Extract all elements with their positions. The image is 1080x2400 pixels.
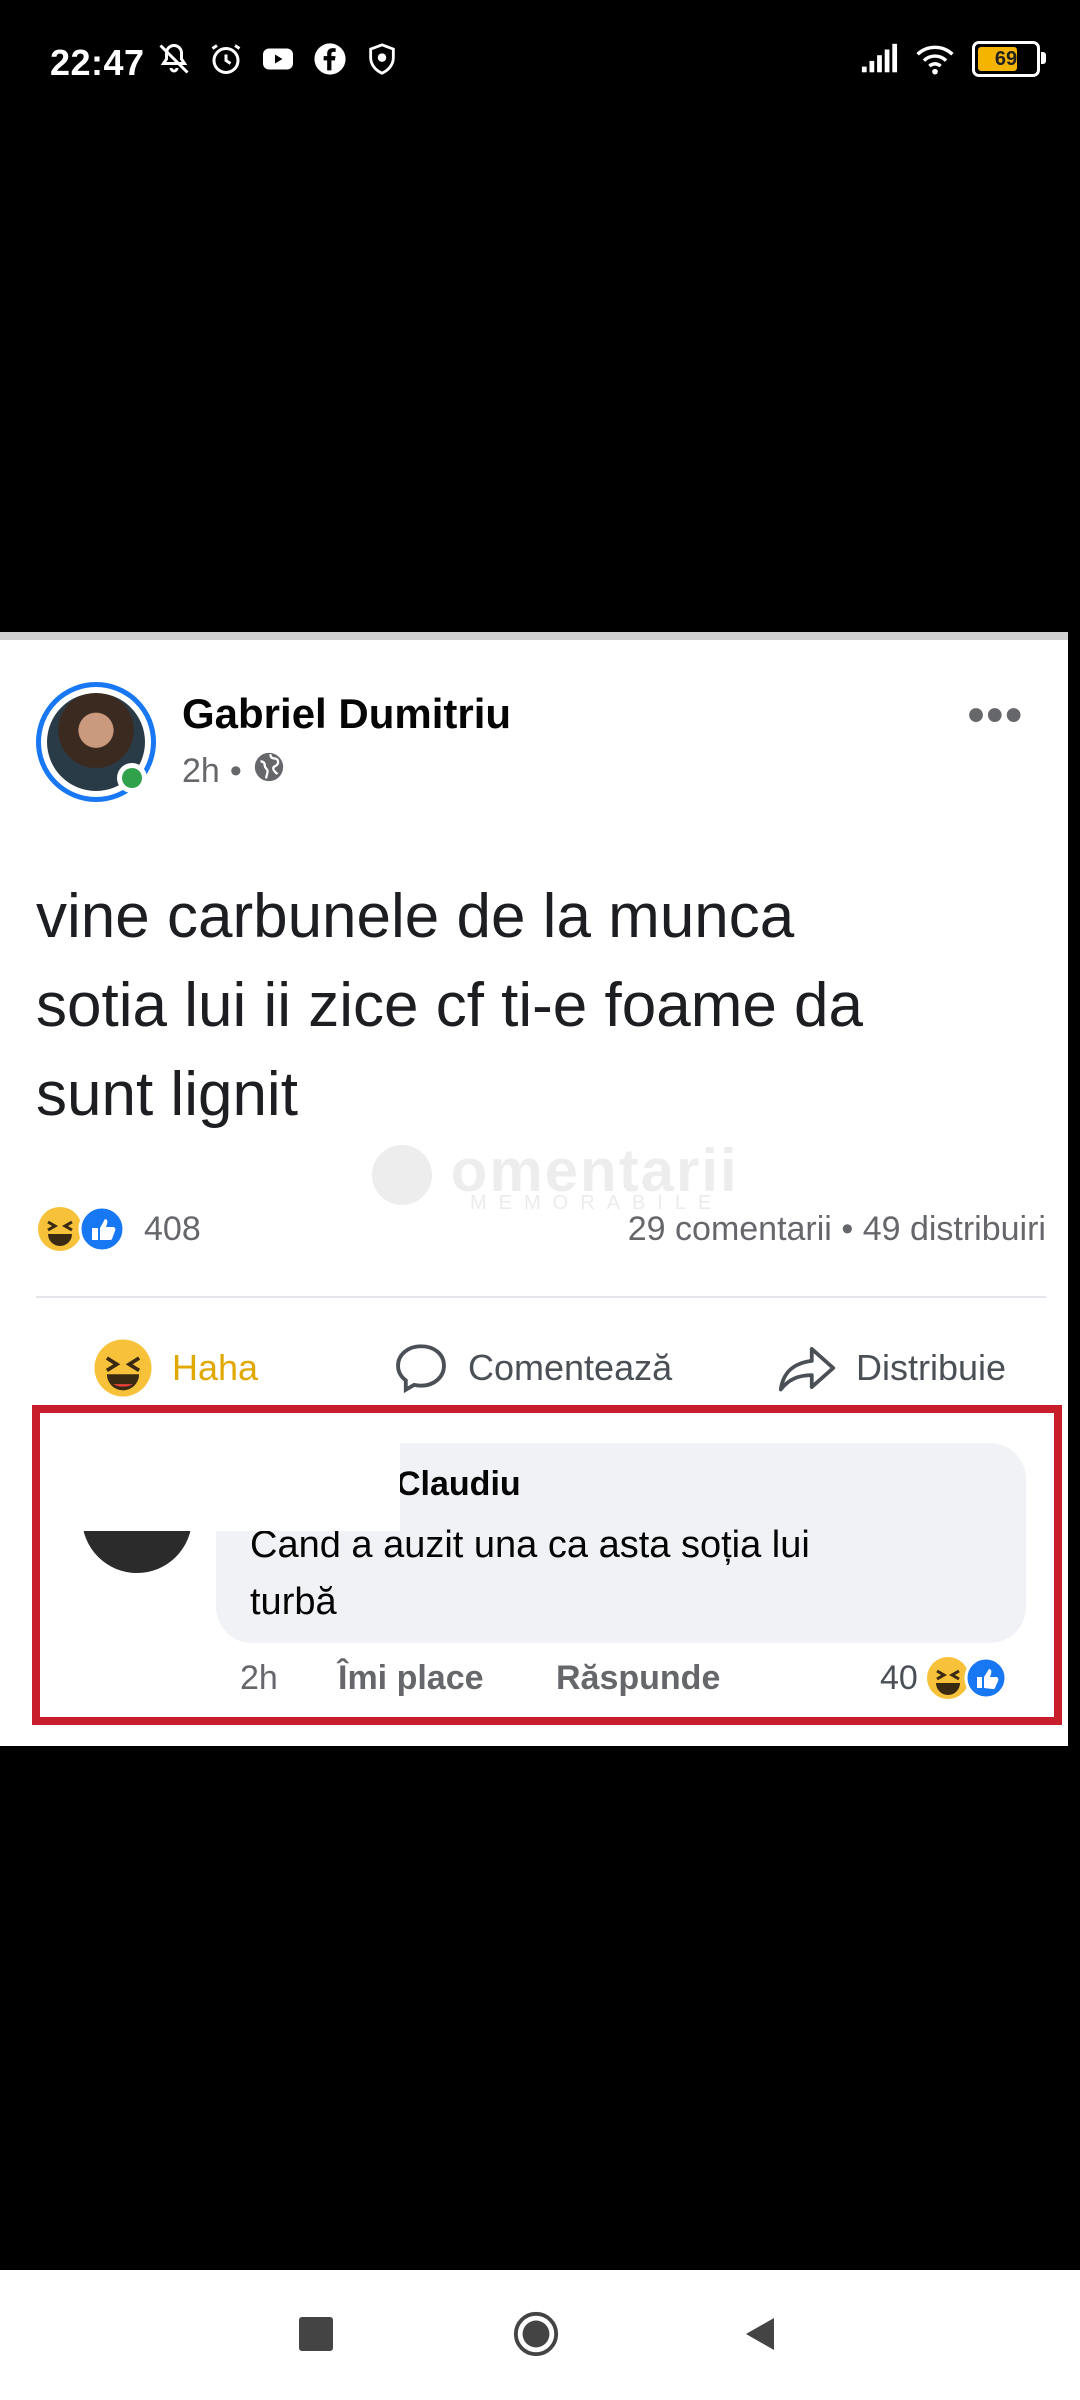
post-meta: 2h • <box>182 750 286 793</box>
share-label: Distribuie <box>856 1347 1007 1388</box>
haha-button[interactable]: Haha <box>92 1320 258 1416</box>
home-icon[interactable] <box>512 2310 560 2358</box>
battery-icon: 69 <box>972 41 1046 77</box>
post-text-line: sunt lignit <box>36 1060 298 1129</box>
haha-icon <box>94 1339 152 1397</box>
share-button[interactable]: Distribuie <box>776 1320 1006 1416</box>
meta-separator: • <box>229 752 242 790</box>
comment-text: Cand a auzit una ca asta soția lui turbă <box>250 1517 990 1631</box>
back-icon[interactable] <box>736 2310 784 2358</box>
reaction-count: 408 <box>144 1210 201 1248</box>
comment-count[interactable]: 29 comentarii <box>628 1210 832 1248</box>
haha-reaction-icon <box>38 1207 82 1251</box>
facebook-icon <box>311 40 349 78</box>
status-left-icons <box>155 40 401 78</box>
comment-author[interactable]: Claudiu <box>396 1465 521 1504</box>
comment-meta: 2h Îmi place Răspunde 40 <box>240 1656 1040 1709</box>
post-author[interactable]: Gabriel Dumitriu <box>182 690 511 738</box>
status-right-icons: 69 <box>860 40 1046 78</box>
comment-reaction-icons[interactable] <box>924 1653 1014 1703</box>
share-count[interactable]: 49 distribuiri <box>863 1210 1046 1248</box>
comment-text-line: turbă <box>250 1581 337 1623</box>
comment-time[interactable]: 2h <box>240 1659 278 1698</box>
like-reaction-icon <box>78 1205 126 1253</box>
reaction-icons <box>36 1204 136 1254</box>
wifi-icon <box>916 40 954 78</box>
highlighted-comment: Claudiu Cand a auzit una ca asta soția l… <box>32 1405 1062 1725</box>
haha-reaction-icon <box>927 1657 969 1699</box>
reactions-summary[interactable]: 408 29 comentarii • 49 distribuiri <box>36 1200 1046 1256</box>
post-stats[interactable]: 29 comentarii • 49 distribuiri <box>628 1210 1046 1249</box>
post-text-line: vine carbunele de la munca <box>36 882 795 951</box>
like-reaction-icon <box>964 1656 1008 1700</box>
redaction-patch <box>54 1427 400 1531</box>
post-actions: Haha Comentează Distribuie <box>0 1320 1068 1416</box>
recent-apps-icon[interactable] <box>292 2310 340 2358</box>
stats-separator: • <box>841 1210 854 1248</box>
share-icon <box>778 1347 836 1392</box>
comment-like-button[interactable]: Îmi place <box>338 1659 484 1698</box>
status-bar: 22:47 69 <box>0 0 1080 130</box>
haha-label: Haha <box>172 1347 259 1388</box>
status-time: 22:47 <box>50 42 145 83</box>
divider <box>36 1296 1046 1298</box>
mute-icon <box>155 40 193 78</box>
comment-label: Comentează <box>468 1347 673 1388</box>
post-time[interactable]: 2h <box>182 752 220 791</box>
vpn-icon <box>363 40 401 78</box>
globe-icon <box>252 750 286 793</box>
online-status-dot <box>117 763 147 793</box>
more-options-icon[interactable]: ••• <box>968 688 1024 743</box>
post-text-line: sotia lui ii zice cf ti-e foame da <box>36 971 864 1040</box>
post-text: vine carbunele de la munca sotia lui ii … <box>36 872 1036 1139</box>
comment-reply-button[interactable]: Răspunde <box>556 1659 720 1698</box>
navigation-bar <box>0 2270 1080 2400</box>
comment-icon <box>396 1344 446 1394</box>
battery-percent: 69 <box>994 47 1018 70</box>
youtube-icon <box>259 40 297 78</box>
comment-reaction-count[interactable]: 40 <box>880 1659 918 1698</box>
comment-button[interactable]: Comentează <box>392 1320 672 1416</box>
alarm-icon <box>207 40 245 78</box>
signal-icon <box>860 40 898 78</box>
